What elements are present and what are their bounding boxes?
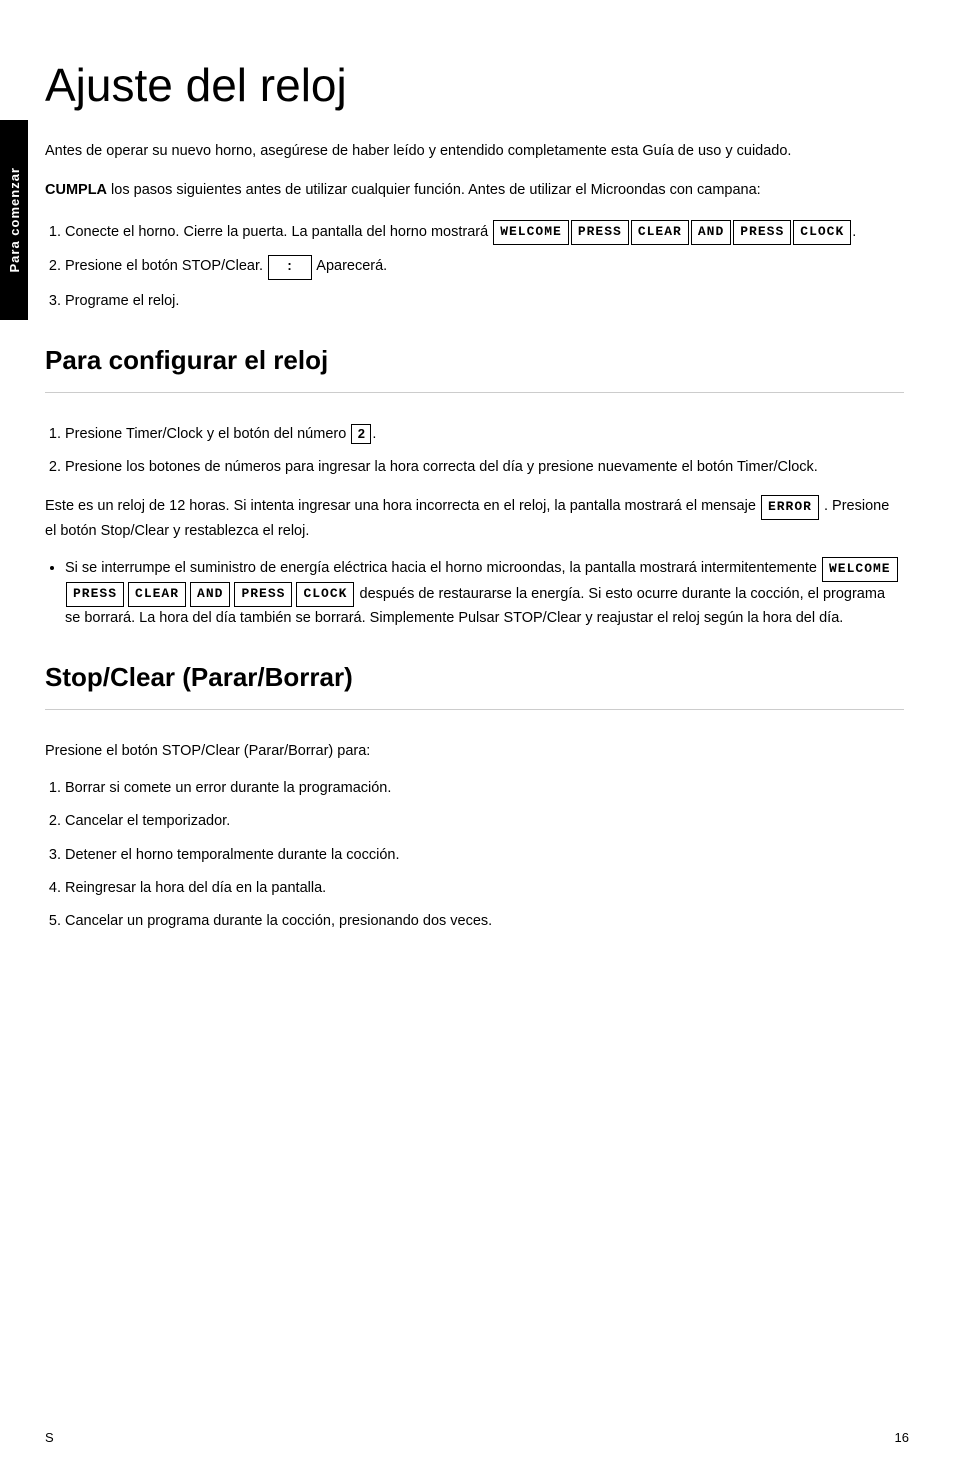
lcd-welcome-b: WELCOME [822,557,898,582]
footer-left: S [45,1430,54,1445]
footer: S 16 [0,1430,954,1445]
stopclear-item1: Borrar si comete un error durante la pro… [65,777,904,800]
section-configurar-title: Para configurar el reloj [45,345,904,376]
stopclear-list: Borrar si comete un error durante la pro… [65,777,904,933]
lcd-press-b: PRESS [234,582,292,607]
step1-suffix: . [852,224,856,240]
section-stopclear-title: Stop/Clear (Parar/Borrar) [45,662,904,693]
footer-center: 16 [895,1430,909,1445]
lcd-and: AND [691,220,731,245]
step2-suffix: Aparecerá. [316,258,387,274]
step1-prefix: Conecte el horno. Cierre la puerta. La p… [65,224,492,240]
lcd-row-2: PRESS CLEAR AND PRESS CLOCK [65,582,355,607]
sidebar-tab: Para comenzar [0,120,28,320]
bullet-item-1: Si se interrumpe el suministro de energí… [65,557,904,630]
step-2: Presione el botón STOP/Clear. : Aparecer… [65,255,904,280]
lcd-clear-b: CLEAR [128,582,186,607]
configurar-bullet-list: Si se interrumpe el suministro de energí… [65,557,904,630]
lcd-clock-b: CLOCK [296,582,354,607]
lcd-clear: CLEAR [631,220,689,245]
lcd-clock: CLOCK [793,220,851,245]
cumpla-label: CUMPLA [45,182,107,198]
configurar-body1-text: Este es un reloj de 12 horas. Si intenta… [45,498,760,514]
page-title: Ajuste del reloj [45,60,904,111]
main-steps-list: Conecte el horno. Cierre la puerta. La p… [65,220,904,313]
intro-paragraph2-text: los pasos siguientes antes de utilizar c… [107,182,761,198]
configurar-list: Presione Timer/Clock y el botón del núme… [65,423,904,479]
stopclear-item2: Cancelar el temporizador. [65,810,904,833]
configurar-item1: Presione Timer/Clock y el botón del núme… [65,423,904,446]
main-content: Ajuste del reloj Antes de operar su nuev… [45,0,904,1027]
configurar-item1-text: Presione Timer/Clock y el botón del núme… [65,426,350,442]
step2-prefix: Presione el botón STOP/Clear. [65,258,263,274]
intro-paragraph2: CUMPLA los pasos siguientes antes de uti… [45,180,904,202]
lcd-row-1: WELCOME PRESS CLEAR AND PRESS CLOCK [492,220,852,245]
lcd-press1: PRESS [571,220,629,245]
stopclear-item4: Reingresar la hora del día en la pantall… [65,877,904,900]
divider-2 [45,709,904,710]
stopclear-item5: Cancelar un programa durante la cocción,… [65,910,904,933]
configurar-body1: Este es un reloj de 12 horas. Si intenta… [45,495,904,543]
divider-1 [45,392,904,393]
lcd-time: : [268,255,312,280]
step-1: Conecte el horno. Cierre la puerta. La p… [65,220,904,245]
lcd-and-b: AND [190,582,230,607]
lcd-error: ERROR [761,495,819,520]
boxed-number-2: 2 [351,424,371,444]
stopclear-intro: Presione el botón STOP/Clear (Parar/Borr… [45,740,904,763]
lcd-press2: PRESS [733,220,791,245]
bullet1-prefix: Si se interrumpe el suministro de energí… [65,560,821,576]
stopclear-item3: Detener el horno temporalmente durante l… [65,844,904,867]
configurar-item2: Presione los botones de números para ing… [65,456,904,479]
intro-paragraph1: Antes de operar su nuevo horno, asegúres… [45,141,904,163]
sidebar-label: Para comenzar [7,167,22,273]
step-3: Programe el reloj. [65,290,904,313]
lcd-welcome: WELCOME [493,220,569,245]
lcd-press-a: PRESS [66,582,124,607]
